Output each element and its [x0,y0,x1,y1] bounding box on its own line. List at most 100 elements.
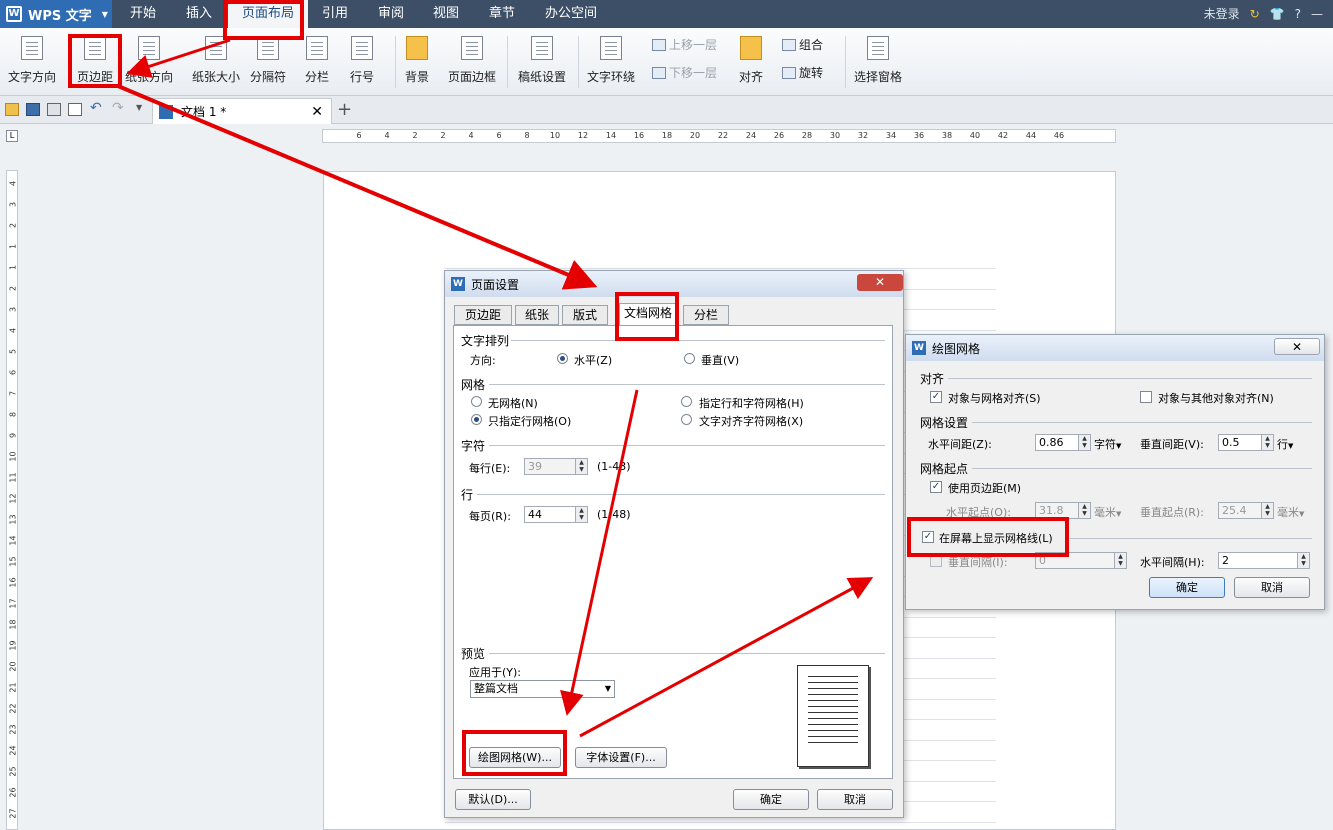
menu-page-layout[interactable]: 页面布局 [228,0,309,28]
tab-document-grid[interactable]: 文档网格 [619,303,677,325]
lines-per-page-stepper[interactable]: 44 ▲ ▼ [524,506,588,523]
selection-pane-button[interactable]: 选择窗格 [854,36,902,85]
tab-paper[interactable]: 纸张 [515,305,559,325]
cancel-button[interactable]: 取消 [817,789,893,810]
vertical-every-stepper[interactable]: 0 ▲ ▼ [1035,552,1127,569]
align-button[interactable]: 对齐 [739,36,763,85]
text-direction-button[interactable]: 文字方向 [8,36,56,85]
spin-arrows-icon[interactable]: ▲ ▼ [1297,553,1309,568]
use-margins-checkbox[interactable]: ✓ [930,481,942,493]
breaks-button[interactable]: 分隔符 [250,36,286,85]
page-setup-title: 页面设置 [471,277,520,292]
close-icon[interactable]: ✕ [1274,338,1320,355]
open-icon[interactable] [5,103,19,116]
login-link[interactable]: 未登录 [1204,0,1240,28]
draw-grid-button[interactable]: 绘图网格(W)... [469,747,561,768]
apply-to-label: 应用于(Y): [469,666,522,679]
quick-access-dropdown-icon[interactable]: ▼ [136,103,142,112]
ok-button[interactable]: 确定 [1149,577,1225,598]
menu-section[interactable]: 章节 [489,0,515,28]
spin-arrows-icon[interactable]: ▲ ▼ [1261,503,1273,518]
h-origin-stepper[interactable]: 31.8 ▲ ▼ [1035,502,1091,519]
document-tab[interactable]: 文档 1 * ✕ [152,98,332,124]
tab-margins[interactable]: 页边距 [454,305,512,325]
group-icon [782,38,796,51]
ruler-tick-label: 16 [633,131,645,140]
refresh-icon[interactable]: ↻ [1250,0,1260,28]
margins-button[interactable]: 页边距 [77,36,113,85]
v-spacing-stepper[interactable]: 0.5 ▲ ▼ [1218,434,1274,451]
spin-arrows-icon[interactable]: ▲ ▼ [575,507,587,522]
font-settings-button[interactable]: 字体设置(F)... [575,747,667,768]
tab-columns[interactable]: 分栏 [683,305,729,325]
print-icon[interactable] [47,103,61,116]
new-tab-icon[interactable]: + [337,99,352,120]
radio-lines-only[interactable] [471,414,482,425]
ruler-tick-label: 19 [8,640,18,651]
spin-arrows-icon[interactable]: ▲ ▼ [1078,503,1090,518]
menu-review[interactable]: 审阅 [378,0,404,28]
lines-per-page-value: 44 [528,508,542,521]
background-button[interactable]: 背景 [405,36,429,85]
manuscript-button[interactable]: 稿纸设置 [518,36,566,85]
default-button[interactable]: 默认(D)... [455,789,531,810]
save-icon[interactable] [26,103,40,116]
close-icon[interactable]: ✕ [857,274,903,291]
spin-arrows-icon[interactable]: ▲ ▼ [1114,553,1126,568]
minimize-icon[interactable]: — [1311,0,1323,28]
bring-forward-button[interactable]: 上移一层 [652,36,717,53]
apply-to-select[interactable]: 整篇文档 ▼ [470,680,615,698]
v-origin-unit[interactable]: 毫米▼ [1277,504,1304,520]
show-gridlines-label: 在屏幕上显示网格线(L) [939,532,1053,545]
menu-view[interactable]: 视图 [433,0,459,28]
skin-icon[interactable]: 👕 [1270,0,1285,28]
undo-icon[interactable]: ↶ [90,100,102,116]
orientation-button[interactable]: 纸张方向 [125,36,173,85]
line-numbers-button[interactable]: 行号 [350,36,374,85]
vertical-ruler[interactable]: 4 3 2 1 1 2 3 4 5 6 7 8 9 10 11 12 13 14 15 16 17 18 19 20 21 22 2… [6,170,18,830]
paper-size-button[interactable]: 纸张大小 [192,36,240,85]
wps-app-menu-button[interactable]: W WPS 文字 ▼ [0,0,112,28]
spin-arrows-icon[interactable]: ▲ ▼ [1078,435,1090,450]
wrap-text-button[interactable]: 文字环绕 [587,36,635,85]
spin-arrows-icon[interactable]: ▲ ▼ [1261,435,1273,450]
tab-layout[interactable]: 版式 [562,305,608,325]
columns-button[interactable]: 分栏 [305,36,329,85]
cancel-button[interactable]: 取消 [1234,577,1310,598]
redo-icon[interactable]: ↷ [112,100,124,116]
ruler-tick-label: 17 [8,598,18,609]
ruler-tick-label: 34 [885,131,897,140]
radio-lines-and-chars[interactable] [681,396,692,407]
rotate-button[interactable]: 旋转 [782,64,823,81]
radio-snap-chars[interactable] [681,414,692,425]
help-button[interactable]: ? [1295,0,1301,28]
radio-vertical[interactable] [684,353,695,364]
horizontal-every-stepper[interactable]: 2 ▲ ▼ [1218,552,1310,569]
tab-stop-selector[interactable]: L [6,130,18,142]
menu-start[interactable]: 开始 [130,0,156,28]
v-spacing-unit[interactable]: 行▼ [1277,436,1293,452]
snap-to-objects-checkbox[interactable] [1140,391,1152,403]
close-tab-icon[interactable]: ✕ [311,104,323,120]
h-origin-unit[interactable]: 毫米▼ [1094,504,1121,520]
v-origin-stepper[interactable]: 25.4 ▲ ▼ [1218,502,1274,519]
spin-arrows-icon[interactable]: ▲ ▼ [575,459,587,474]
ok-button[interactable]: 确定 [733,789,809,810]
snap-to-grid-checkbox[interactable]: ✓ [930,391,942,403]
print-preview-icon[interactable] [68,103,82,116]
send-backward-button[interactable]: 下移一层 [652,64,717,81]
h-spacing-stepper[interactable]: 0.86 ▲ ▼ [1035,434,1091,451]
horizontal-label: 水平(Z) [574,354,613,367]
menu-references[interactable]: 引用 [322,0,348,28]
show-gridlines-checkbox[interactable]: ✓ [922,531,934,543]
menu-insert[interactable]: 插入 [186,0,212,28]
h-spacing-unit[interactable]: 字符▼ [1094,436,1121,452]
radio-no-grid[interactable] [471,396,482,407]
group-button[interactable]: 组合 [782,36,823,53]
chars-per-line-stepper[interactable]: 39 ▲ ▼ [524,458,588,475]
horizontal-ruler[interactable]: 6 4 2 2 4 6 8 10 12 14 16 18 20 22 24 26 28 30 32 34 36 38 40 4… [322,129,1116,143]
radio-horizontal[interactable] [557,353,568,364]
menu-office-space[interactable]: 办公空间 [545,0,597,28]
vertical-every-checkbox[interactable] [930,555,942,567]
page-border-button[interactable]: 页面边框 [448,36,496,85]
